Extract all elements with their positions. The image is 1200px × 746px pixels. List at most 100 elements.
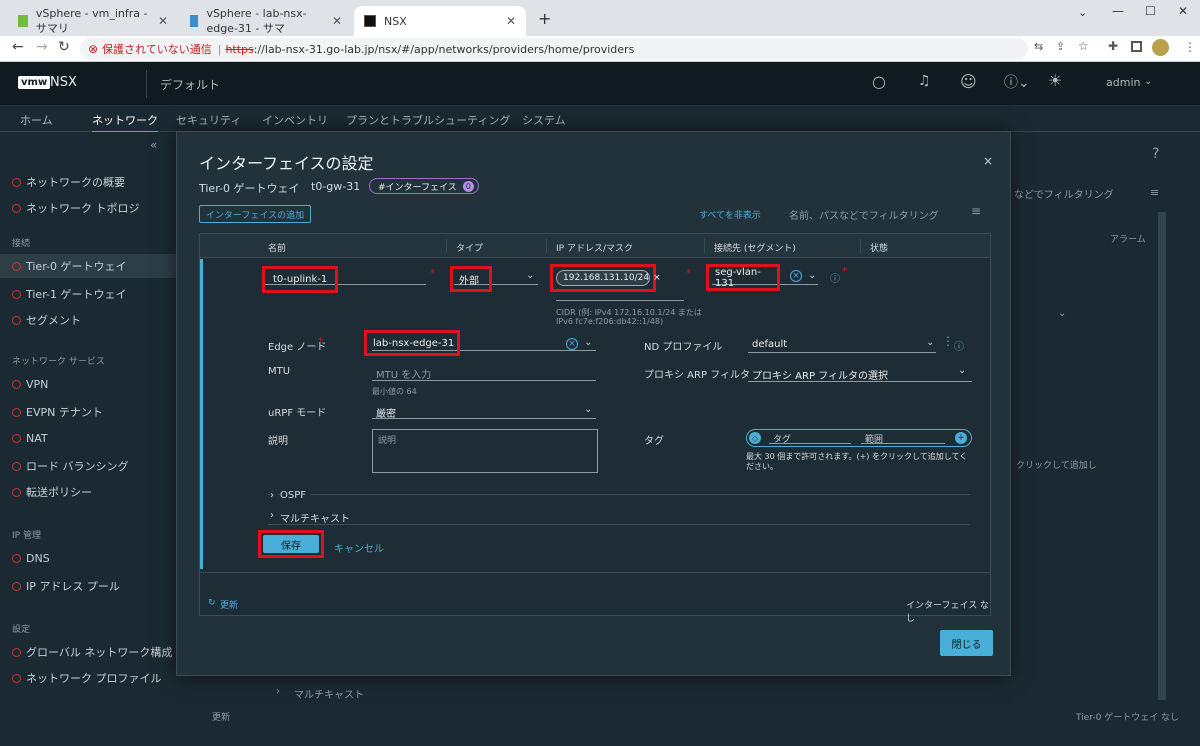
bg-filter-icon[interactable]: ≡	[1150, 186, 1159, 199]
help-circle-icon[interactable]: ?	[1152, 146, 1159, 162]
nav-inventory[interactable]: インベントリ	[262, 112, 328, 128]
sidebar-item-segments[interactable]: セグメント	[12, 312, 81, 328]
tab-close-icon[interactable]: ✕	[332, 14, 342, 28]
share-icon[interactable]: ⇪	[1056, 40, 1065, 53]
nd-profile-kebab-icon[interactable]: ⋮	[942, 334, 954, 348]
browser-tab[interactable]: vSphere - vm_infra - サマリ ✕	[8, 6, 178, 36]
add-interface-button[interactable]: インターフェイスの追加	[199, 205, 311, 223]
tab-close-icon[interactable]: ✕	[506, 14, 516, 28]
refresh-icon[interactable]: ↻	[208, 598, 216, 608]
edge-node-chevron-icon[interactable]: ⌄	[584, 337, 592, 348]
sidepanel-icon[interactable]	[1131, 41, 1142, 52]
segment-select[interactable]: seg-vlan-131	[706, 264, 780, 291]
sidebar-item-network-profiles[interactable]: ネットワーク プロファイル	[12, 670, 162, 686]
search-icon[interactable]: ○	[872, 72, 886, 91]
feedback-smiley-icon[interactable]: ☺	[960, 72, 977, 91]
sidebar-item-nat[interactable]: NAT	[12, 432, 48, 445]
edge-node-clear-icon[interactable]: ×	[566, 338, 578, 350]
translate-icon[interactable]: ⇆	[1034, 40, 1043, 53]
proxy-arp-chevron-icon[interactable]: ⌄	[958, 365, 966, 376]
window-close-icon[interactable]: ✕	[1178, 4, 1188, 18]
sidebar-item-tier1[interactable]: Tier-1 ゲートウェイ	[12, 286, 127, 302]
bg-refresh[interactable]: 更新	[212, 710, 230, 723]
nav-plan-troubleshoot[interactable]: プランとトラブルシューティング	[346, 112, 510, 128]
nav-system[interactable]: システム	[522, 112, 566, 128]
minimize-icon[interactable]: —	[1112, 4, 1124, 18]
ospf-chevron-icon[interactable]: ›	[270, 490, 278, 501]
sidebar-item-ip-pools[interactable]: IP アドレス プール	[12, 578, 120, 594]
nav-networking[interactable]: ネットワーク	[92, 112, 158, 134]
nd-profile-info-icon[interactable]: ⓘ	[954, 338, 964, 353]
address-bar[interactable]: ⊗ 保護されていない通信 | https ://lab-nsx-31.go-la…	[80, 38, 1028, 60]
forward-icon[interactable]: →	[36, 39, 48, 55]
nd-profile-select[interactable]: default	[752, 339, 787, 350]
bookmark-star-icon[interactable]: ☆	[1078, 39, 1089, 53]
notification-bell-icon[interactable]: ♫	[918, 73, 931, 89]
add-tag-icon[interactable]: +	[955, 432, 967, 444]
reload-icon[interactable]: ↻	[58, 39, 70, 55]
bg-multicast-chevron-icon[interactable]: ›	[276, 686, 280, 697]
browser-tab[interactable]: vSphere - lab-nsx-edge-31 - サマ ✕	[180, 6, 352, 36]
filter-input[interactable]: 名前、パスなどでフィルタリング	[789, 207, 939, 222]
menu-kebab-icon[interactable]: ⋮	[1184, 40, 1196, 54]
sidebar-item-topology[interactable]: ネットワーク トポロジ	[12, 200, 140, 216]
sidebar-item-evpn[interactable]: EVPN テナント	[12, 404, 103, 420]
tab-search-chevron-icon[interactable]: ⌄	[1078, 6, 1087, 19]
sidebar-item-dns[interactable]: DNS	[12, 552, 50, 565]
extensions-icon[interactable]: ✚	[1108, 39, 1118, 53]
bg-dropdown-chevron-icon[interactable]: ⌄	[1058, 308, 1066, 319]
edge-node-select[interactable]: lab-nsx-edge-31	[364, 330, 460, 356]
col-type[interactable]: タイプ	[456, 241, 483, 254]
cancel-button[interactable]: キャンセル	[334, 540, 384, 555]
context-selector[interactable]: デフォルト	[160, 76, 220, 93]
nav-security[interactable]: セキュリティ	[176, 112, 241, 128]
type-select[interactable]: 外部	[450, 266, 492, 292]
filter-icon[interactable]: ≡	[971, 204, 981, 218]
tab-close-icon[interactable]: ✕	[158, 14, 168, 28]
close-button[interactable]: 閉じる	[940, 630, 993, 656]
multicast-section[interactable]: マルチキャスト	[280, 510, 350, 525]
nd-profile-chevron-icon[interactable]: ⌄	[926, 337, 934, 348]
modal-close-icon[interactable]: ×	[983, 154, 993, 168]
type-chevron-icon[interactable]: ⌄	[526, 270, 534, 281]
name-input[interactable]: t0-uplink-1	[262, 266, 338, 293]
proxy-arp-select[interactable]: プロキシ ARP フィルタの選択	[752, 367, 888, 382]
sidebar-item-forwarding-policy[interactable]: 転送ポリシー	[12, 484, 92, 500]
back-icon[interactable]: ←	[12, 39, 24, 55]
bg-multicast[interactable]: マルチキャスト	[294, 686, 364, 701]
col-name[interactable]: 名前	[268, 241, 286, 254]
profile-avatar[interactable]	[1152, 39, 1169, 56]
multicast-chevron-icon[interactable]: ›	[270, 510, 274, 521]
col-ip[interactable]: IP アドレス/マスク	[556, 241, 633, 254]
security-warning[interactable]: 保護されていない通信	[102, 41, 212, 57]
ip-input[interactable]: 192.168.131.10/24 ×	[550, 264, 661, 292]
description-textarea[interactable]: 説明	[372, 429, 598, 473]
sidebar-item-tier0[interactable]: Tier-0 ゲートウェイ	[0, 254, 176, 278]
col-status[interactable]: 状態	[870, 241, 888, 254]
bg-filter-placeholder[interactable]: などでフィルタリング	[1014, 186, 1114, 201]
urpf-chevron-icon[interactable]: ⌄	[584, 404, 592, 415]
hide-all-link[interactable]: すべてを非表示	[699, 208, 761, 221]
col-segment[interactable]: 接続先 (セグメント)	[714, 241, 796, 254]
user-menu[interactable]: admin	[1106, 76, 1140, 89]
segment-chevron-icon[interactable]: ⌄	[808, 270, 816, 281]
theme-sun-icon[interactable]: ☀	[1048, 71, 1062, 90]
segment-clear-icon[interactable]: ×	[790, 270, 802, 282]
save-button[interactable]: 保存	[263, 535, 319, 553]
segment-info-icon[interactable]: ⓘ	[830, 270, 840, 285]
sidebar-item-load-balancing[interactable]: ロード バランシング	[12, 458, 129, 474]
sidebar-item-global-config[interactable]: グローバル ネットワーク構成	[12, 644, 172, 660]
bg-scrollbar[interactable]	[1158, 212, 1166, 700]
sidebar-item-vpn[interactable]: VPN	[12, 378, 48, 391]
collapse-sidebar-icon[interactable]: «	[150, 138, 157, 152]
nav-home[interactable]: ホーム	[20, 112, 53, 128]
ospf-section[interactable]: OSPF	[280, 490, 311, 501]
browser-tab-active[interactable]: NSX ✕	[354, 6, 526, 36]
help-icon[interactable]: ⓘ⌄	[1004, 72, 1030, 92]
maximize-icon[interactable]: ☐	[1145, 4, 1156, 18]
user-chevron-icon[interactable]: ⌄	[1144, 76, 1152, 87]
refresh-button[interactable]: 更新	[220, 598, 238, 611]
new-tab-button[interactable]: +	[538, 9, 551, 28]
sidebar-item-network-overview[interactable]: ネットワークの概要	[12, 174, 125, 190]
ip-pill-remove-icon[interactable]: ×	[653, 273, 661, 283]
